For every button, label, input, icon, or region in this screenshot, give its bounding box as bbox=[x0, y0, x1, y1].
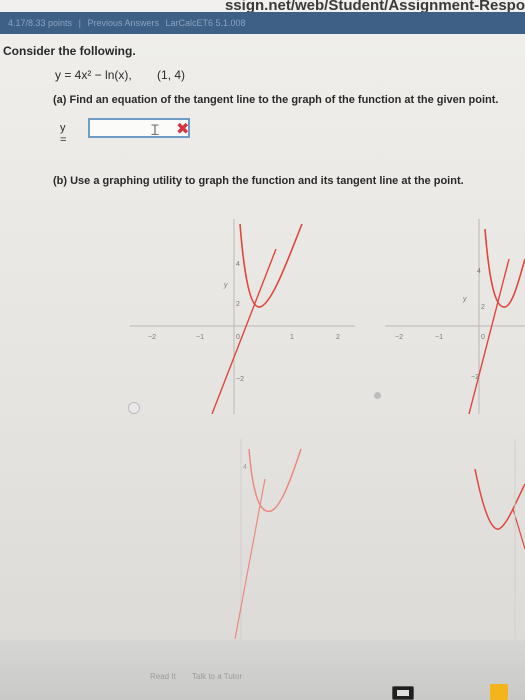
question-prompt: Consider the following. bbox=[3, 44, 136, 58]
problem-id: LarCalcET6 5.1.008 bbox=[165, 18, 246, 28]
y-tick: 4 bbox=[477, 268, 481, 275]
shopping-bag-icon[interactable] bbox=[490, 684, 508, 700]
graph-option-2: y 4 2 −2 −2 −1 0 bbox=[385, 219, 525, 414]
function-equation: y = 4x² − ln(x), (1, 4) bbox=[55, 68, 185, 82]
browser-address-bar[interactable]: ssign.net/web/Student/Assignment-Respo bbox=[0, 0, 525, 14]
bottom-toolbar: Read It Talk to a Tutor bbox=[0, 640, 525, 700]
function-curve bbox=[484, 228, 525, 308]
incorrect-x-icon: ✖ bbox=[176, 121, 190, 138]
tangent-line bbox=[234, 478, 266, 639]
previous-answers-link[interactable]: Previous Answers bbox=[87, 18, 159, 28]
y-tick: 4 bbox=[243, 464, 247, 471]
graph-option-1: y 4 2 −2 −2 −1 0 1 2 bbox=[130, 219, 355, 414]
graph-option-1-radio[interactable] bbox=[128, 402, 140, 414]
y-tick: 2 bbox=[481, 304, 485, 311]
part-a-instructions: (a) Find an equation of the tangent line… bbox=[53, 94, 499, 106]
answer-label: y = bbox=[60, 122, 67, 146]
y-tick: −2 bbox=[236, 376, 244, 383]
x-tick: −2 bbox=[148, 334, 156, 341]
x-tick: −1 bbox=[196, 334, 204, 341]
question-content: Consider the following. y = 4x² − ln(x),… bbox=[0, 34, 525, 640]
x-tick: 1 bbox=[290, 334, 294, 341]
y-tick: 2 bbox=[236, 301, 240, 308]
read-it-link[interactable]: Read It bbox=[150, 672, 176, 681]
tangent-line bbox=[468, 258, 510, 414]
score-bar: 4.17/8.33 points | Previous Answers LarC… bbox=[0, 12, 525, 34]
function-curve bbox=[239, 223, 303, 308]
y-axis-label: y bbox=[223, 282, 228, 289]
x-tick: 2 bbox=[336, 334, 340, 341]
y-axis-label: y bbox=[462, 296, 467, 303]
separator: | bbox=[78, 18, 81, 28]
x-tick: −1 bbox=[435, 334, 443, 341]
x-tick: 0 bbox=[481, 334, 485, 341]
tangent-line bbox=[211, 248, 277, 414]
score-text: 4.17/8.33 points bbox=[8, 18, 73, 28]
graph-option-3: 4 bbox=[234, 439, 302, 639]
tangent-line-answer-input[interactable] bbox=[88, 118, 190, 138]
function-curve bbox=[248, 448, 302, 513]
graph-option-4 bbox=[474, 439, 525, 639]
monitor-icon[interactable] bbox=[392, 686, 414, 700]
function-text: y = 4x² − ln(x), bbox=[55, 68, 132, 82]
part-b-instructions: (b) Use a graphing utility to graph the … bbox=[53, 175, 464, 187]
talk-to-tutor-link[interactable]: Talk to a Tutor bbox=[192, 672, 242, 681]
x-tick: −2 bbox=[395, 334, 403, 341]
x-tick: 0 bbox=[236, 334, 240, 341]
text-cursor-icon: Ｉ bbox=[148, 122, 162, 138]
y-tick: 4 bbox=[236, 261, 240, 268]
y-tick: −2 bbox=[471, 374, 479, 381]
function-curve bbox=[474, 468, 525, 530]
help-links: Read It Talk to a Tutor bbox=[150, 672, 256, 681]
given-point: (1, 4) bbox=[157, 68, 186, 82]
graph-option-2-radio[interactable] bbox=[374, 392, 381, 399]
